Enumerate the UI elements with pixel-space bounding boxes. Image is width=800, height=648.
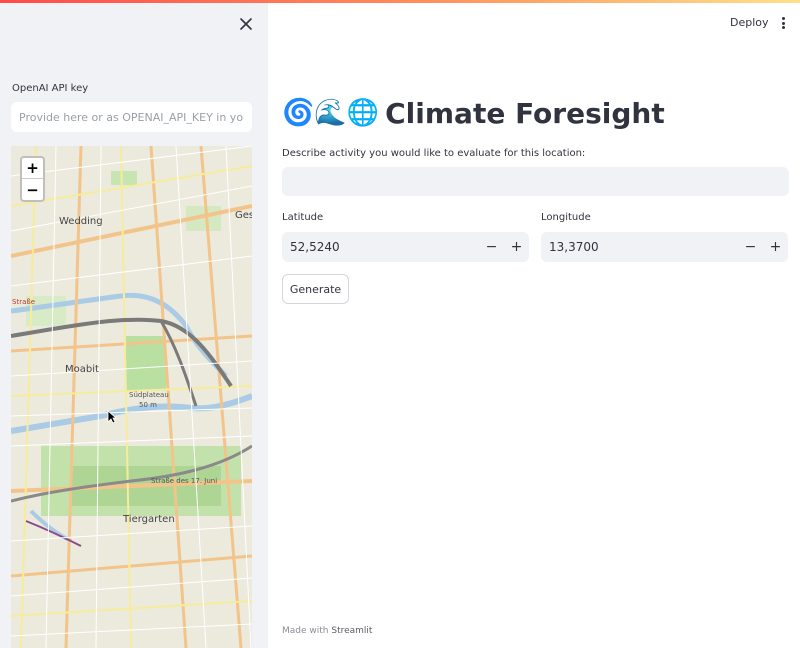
activity-label: Describe activity you would like to eval… (282, 148, 586, 159)
kebab-dot-icon (781, 26, 785, 29)
map-label-moabit: Moabit (65, 364, 99, 375)
map-label-strasse-17-juni: Straße des 17. Juni (151, 477, 218, 485)
footer-streamlit-link[interactable]: Streamlit (331, 626, 372, 636)
close-sidebar-button[interactable] (236, 14, 256, 34)
map-label-wedding: Wedding (59, 216, 103, 227)
zoom-out-button[interactable]: − (22, 179, 43, 200)
longitude-decrement-button[interactable]: − (738, 232, 763, 262)
activity-input[interactable] (282, 167, 789, 196)
longitude-increment-button[interactable]: + (763, 232, 788, 262)
deploy-button[interactable]: Deploy (730, 16, 769, 29)
close-icon (240, 18, 252, 30)
footer: Made with Streamlit (282, 626, 372, 636)
api-key-label: OpenAI API key (12, 83, 89, 94)
latitude-decrement-button[interactable]: − (479, 232, 504, 262)
kebab-dot-icon (781, 21, 785, 25)
zoom-in-button[interactable]: + (22, 158, 43, 179)
latitude-increment-button[interactable]: + (504, 232, 529, 262)
page-title-text: Climate Foresight (385, 96, 665, 130)
longitude-stepper: − + (541, 232, 788, 262)
mouse-cursor-icon (107, 410, 117, 424)
map-label-ges: Ges (235, 210, 252, 221)
latitude-stepper: − + (282, 232, 529, 262)
top-accent-stripe (0, 0, 800, 3)
map-label-sudplateau: Südplateau (129, 391, 169, 399)
main-menu-button[interactable] (778, 15, 788, 31)
kebab-dot-icon (781, 17, 785, 20)
map-label-strasse: Straße (12, 298, 36, 306)
longitude-label: Longitude (541, 212, 591, 223)
title-emoji-icons: 🌀🌊🌐 (282, 98, 380, 128)
map-label-sudplateau-height: 50 m (139, 401, 157, 409)
footer-made-with: Made with (282, 626, 332, 636)
location-map[interactable]: + − Wedding Ges Straße Moabit Südplateau… (11, 146, 252, 648)
latitude-input[interactable] (282, 232, 479, 262)
latitude-label: Latitude (282, 212, 324, 223)
page-title: 🌀🌊🌐 Climate Foresight (282, 92, 665, 134)
map-zoom-control: + − (20, 156, 45, 202)
sidebar: OpenAI API key Provide here or as OPENAI… (0, 0, 268, 648)
map-label-tiergarten: Tiergarten (123, 514, 175, 525)
longitude-input[interactable] (541, 232, 738, 262)
generate-button[interactable]: Generate (282, 274, 349, 304)
api-key-input[interactable] (11, 102, 252, 132)
